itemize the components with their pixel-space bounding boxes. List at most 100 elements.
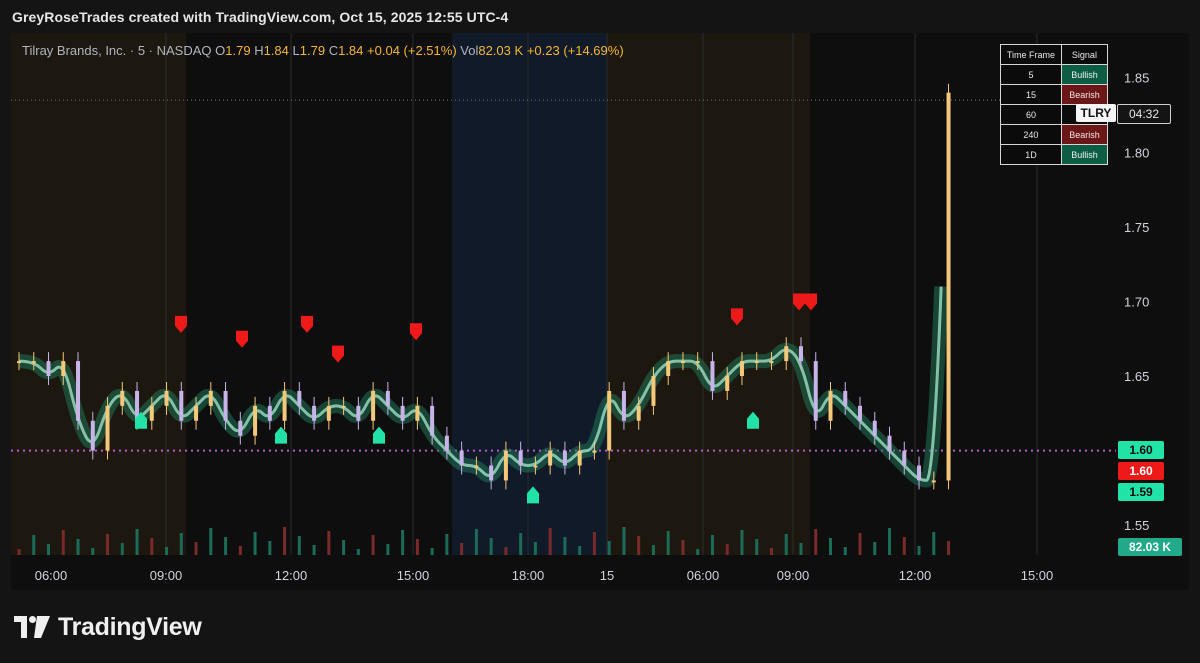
candle-body [887,435,892,451]
session-shade [11,33,186,555]
candle-body [164,390,169,406]
legend-vol-change: +0.23 (+14.69%) [526,43,624,58]
volume-bar [578,546,582,555]
volume-bar [371,535,375,555]
volume-bar [681,540,685,555]
volume-bar [607,541,611,555]
sell-signal-marker [301,315,313,333]
volume-bar [179,533,183,555]
candle-body [489,465,494,481]
volume-bar [740,530,744,555]
volume-bar [917,546,921,555]
candle-body [474,465,479,468]
volume-bar [533,542,537,555]
candle-body [385,390,390,406]
candle-body [223,390,228,421]
legend-symbol: Tilray Brands, Inc. · 5 · NASDAQ [22,43,212,58]
legend-l-label: L [292,43,300,58]
candle-body [76,361,81,421]
candle-body [326,405,331,421]
tf-cell: 240 [1000,124,1062,145]
volume-bar [710,535,714,555]
candle-body [297,390,302,406]
volume-bar [253,532,257,555]
tradingview-logo-icon [14,616,50,638]
candle-body [858,405,863,421]
candle-body [415,405,420,421]
volume-bar [61,530,65,555]
candle-body [371,390,376,421]
candle-body [917,465,922,481]
volume-bar [814,529,818,555]
legend-vol-label: Vol [460,43,479,58]
candle-body [503,450,508,481]
x-tick-label: 18:00 [512,568,545,583]
header-signal: Signal [1060,44,1109,65]
volume-bar [858,533,862,555]
candle-body [61,361,66,377]
candle-body [725,376,730,391]
candle-body [120,390,125,406]
sell-signal-marker [410,323,422,341]
candle-body [459,450,464,466]
x-tick-label: 12:00 [899,568,932,583]
legend-volume: 82.03 K [478,43,524,58]
legend-low: 1.79 [299,43,326,58]
candle-body [253,405,258,436]
signal-cell: Bullish [1060,64,1109,85]
y-tick-label: 1.55 [1124,518,1149,533]
y-tick-label: 1.80 [1124,145,1149,160]
tradingview-logo: TradingView [14,612,202,642]
signal-row: 240 Bearish [1000,124,1109,145]
volume-bar [932,532,936,555]
volume-bar [474,529,478,555]
sell-signal-marker [332,345,344,363]
candle-body [621,390,626,421]
y-tick-label: 1.70 [1124,294,1149,309]
legend-c-label: C [328,43,339,58]
candle-body [400,405,405,421]
header-time-frame: Time Frame [1000,44,1062,65]
candle-body [179,390,184,421]
candle-body [739,361,744,377]
y-tick-label: 1.85 [1124,71,1149,86]
volume-bar [563,537,567,555]
candle-body [636,405,641,421]
volume-bar [504,547,508,555]
volume-bar [312,545,316,555]
volume-bar [784,534,788,555]
legend-open: 1.79 [225,43,251,58]
legend-h-label: H [254,43,264,58]
tf-cell: 5 [1000,64,1062,85]
x-tick-label: 15 [600,568,614,583]
volume-bar [519,533,523,555]
volume-bar [91,548,95,555]
volume-bar [489,538,493,555]
candle-body [282,390,287,421]
volume-bar [17,549,21,555]
tradingview-wordmark: TradingView [58,612,202,641]
volume-bar [755,539,759,555]
y-tick-label: 1.65 [1124,369,1149,384]
candle-body [813,361,818,421]
signal-table-header: Time Frame Signal [1000,44,1109,65]
tf-cell: 1D [1000,144,1062,165]
volume-bar [283,527,287,555]
volume-bar [902,537,906,555]
volume-bar [194,542,198,555]
volume-bar [76,539,80,555]
candle-body [267,405,272,421]
volume-bar [888,528,892,555]
volume-bar [947,541,951,555]
candle-body [430,405,435,436]
price-tag-bull: 1.60 [1118,441,1164,459]
volume-bar [622,527,626,555]
candle-body [518,450,523,466]
candle-body [872,420,877,436]
volume-bar [356,549,360,555]
volume-bar [238,546,242,555]
volume-bar [430,548,434,555]
x-tick-label: 09:00 [150,568,183,583]
volume-bar [548,528,552,555]
candle-body [312,405,317,421]
